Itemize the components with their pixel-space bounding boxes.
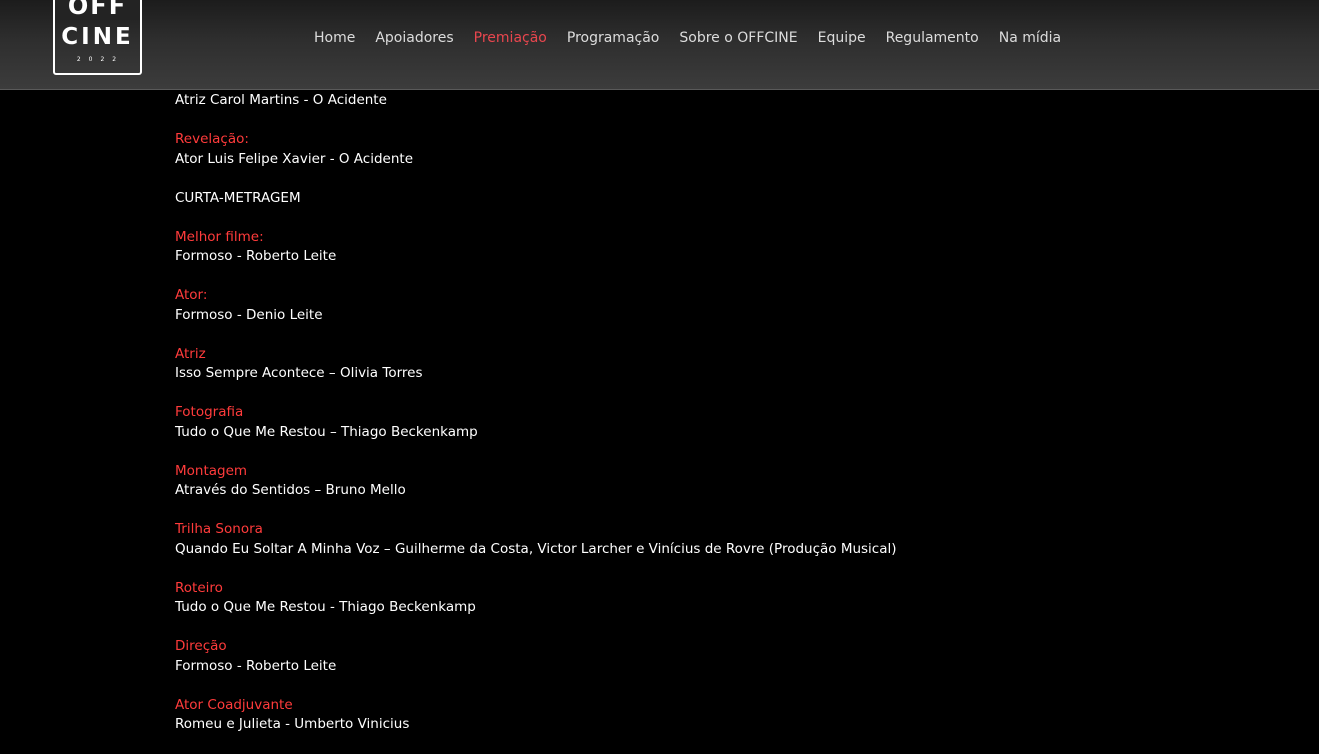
nav-home[interactable]: Home [304,28,365,48]
award-winner: Atriz Carol Martins - O Acidente [175,92,387,108]
award-category: Ator Coadjuvante [175,696,293,713]
award-category: Melhor filme: [175,228,264,245]
award-winner: Ator Luis Felipe Xavier - O Acidente [175,150,413,167]
award-category: Roteiro [175,579,223,596]
award-winner: Quando Eu Soltar A Minha Voz – Guilherme… [175,540,897,557]
award-winner: Formoso - Roberto Leite [175,248,337,264]
offcine-logo[interactable]: OFF CINE 2022 [53,0,142,75]
award-category: Direção [175,638,227,654]
award-item: Montagem Através do Sentidos – Bruno Mel… [175,462,1175,501]
logo-text-off: OFF [55,0,140,20]
award-winner: Formoso - Roberto Leite [175,657,337,674]
award-category: Revelação: [175,131,249,147]
award-winner: Isso Sempre Acontece – Olivia Torres [175,365,423,381]
logo-year: 2022 [76,56,125,63]
award-category: Montagem [175,462,248,479]
section-heading-text: CURTA-METRAGEM [175,189,301,206]
award-winner: Tudo o Que Me Restou - Thiago Beckenkamp [175,599,476,615]
award-item: Fotografia Tudo o Que Me Restou – Thiago… [175,403,1175,442]
main-nav: Home Apoiadores Premiação Programação So… [304,28,1071,48]
award-item: Revelação: Ator Luis Felipe Xavier - O A… [175,130,1175,169]
award-item: Ator: Formoso - Denio Leite [175,286,1175,325]
nav-equipe[interactable]: Equipe [808,28,876,48]
award-winner: Romeu e Julieta - Umberto Vinicius [175,716,410,732]
award-winner: Tudo o Que Me Restou – Thiago Beckenkamp [175,423,478,440]
site-header: OFF CINE 2022 Home Apoiadores Premiação … [0,0,1319,90]
award-winner: Através do Sentidos – Bruno Mello [175,482,406,498]
award-category: Fotografia [175,404,244,420]
nav-premiacao[interactable]: Premiação [464,28,557,48]
award-category: Atriz [175,345,206,362]
award-category: Trilha Sonora [175,521,263,537]
award-item: Atriz Isso Sempre Acontece – Olivia Torr… [175,345,1175,384]
award-item: Direção Formoso - Roberto Leite [175,637,1175,676]
nav-apoiadores[interactable]: Apoiadores [365,28,463,48]
award-item: Ator Coadjuvante Romeu e Julieta - Umber… [175,696,1175,735]
section-heading: CURTA-METRAGEM [175,189,1175,209]
award-category: Ator: [175,287,208,303]
nav-na-midia[interactable]: Na mídia [989,28,1071,48]
nav-sobre[interactable]: Sobre o OFFCINE [669,28,807,48]
nav-programacao[interactable]: Programação [557,28,670,48]
award-item: Atriz Carol Martins - O Acidente [175,91,1175,111]
nav-regulamento[interactable]: Regulamento [876,28,989,48]
award-item: Trilha Sonora Quando Eu Soltar A Minha V… [175,520,1175,559]
award-winner: Formoso - Denio Leite [175,306,323,323]
logo-text-cine: CINE [61,24,134,50]
award-item: Melhor filme: Formoso - Roberto Leite [175,228,1175,267]
award-item: Roteiro Tudo o Que Me Restou - Thiago Be… [175,579,1175,618]
awards-content: Atriz Carol Martins - O Acidente Revelaç… [175,91,1175,754]
